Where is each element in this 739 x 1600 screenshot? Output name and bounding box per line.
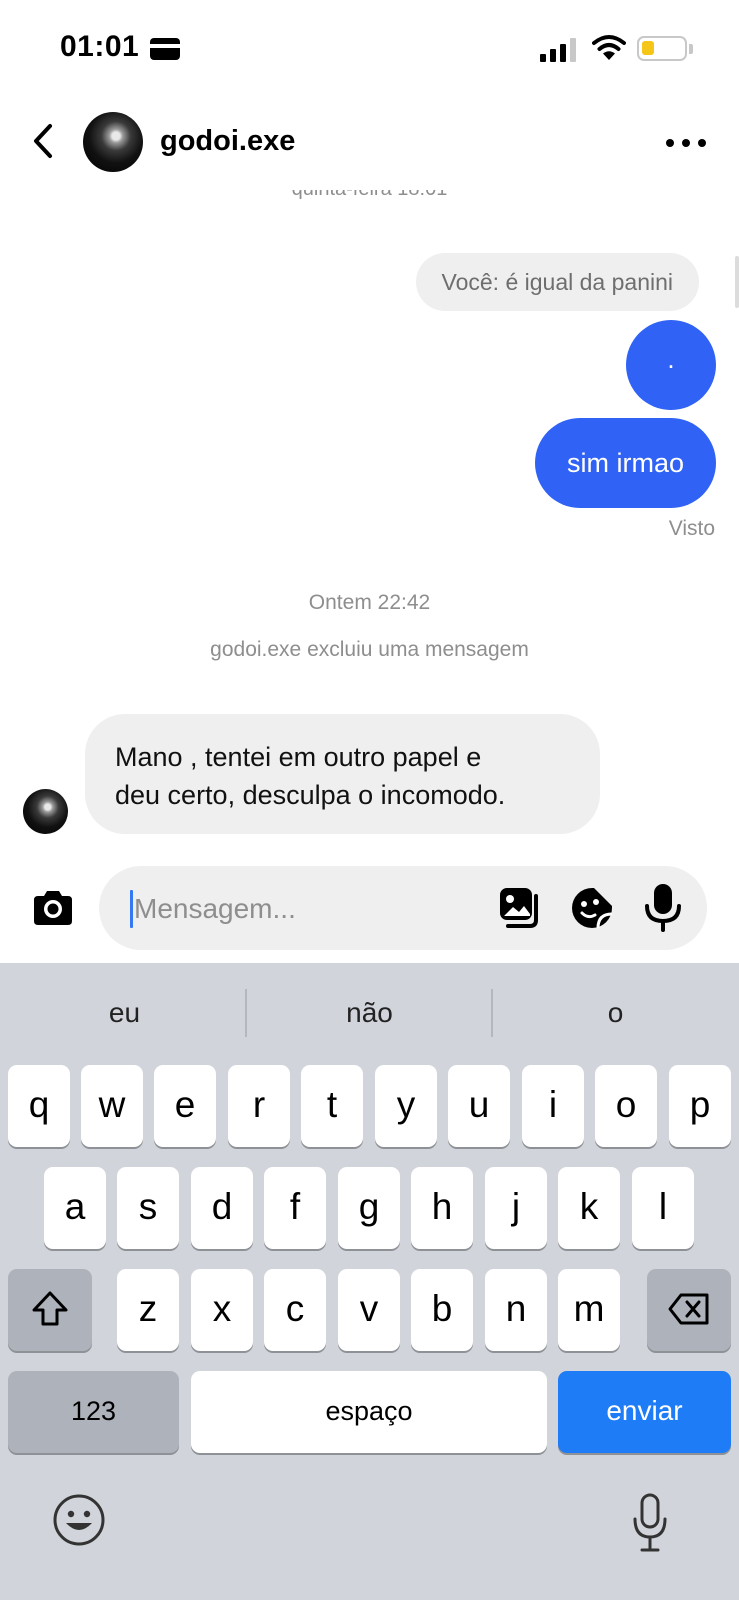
message-line: deu certo, desculpa o incomodo. — [115, 780, 506, 810]
key-h[interactable]: h — [411, 1167, 473, 1249]
key-p[interactable]: p — [669, 1065, 731, 1147]
key-b[interactable]: b — [411, 1269, 473, 1351]
message-line: Mano , tentei em outro papel e — [115, 742, 482, 772]
key-j[interactable]: j — [485, 1167, 547, 1249]
backspace-icon — [668, 1293, 709, 1325]
key-v[interactable]: v — [338, 1269, 400, 1351]
key-o[interactable]: o — [595, 1065, 657, 1147]
key-r[interactable]: r — [228, 1065, 290, 1147]
key-n[interactable]: n — [485, 1269, 547, 1351]
message-text: . — [667, 344, 675, 374]
chevron-left-icon[interactable] — [22, 118, 68, 164]
system-message: godoi.exe excluiu uma mensagem — [210, 638, 529, 661]
emoji-icon[interactable] — [52, 1493, 106, 1547]
numbers-key[interactable]: 123 — [8, 1371, 179, 1453]
seen-status: Visto — [668, 517, 715, 540]
contact-avatar[interactable] — [83, 112, 143, 172]
suggestion-item[interactable]: não — [247, 983, 492, 1043]
gallery-icon[interactable] — [496, 884, 544, 932]
reply-indicator-bar — [735, 256, 739, 308]
shift-key[interactable] — [8, 1269, 92, 1351]
message-bubble-outgoing[interactable]: sim irmao — [534, 418, 716, 508]
message-bubble-outgoing[interactable]: . — [626, 320, 716, 410]
status-time: 01:01 — [60, 30, 140, 63]
key-d[interactable]: d — [191, 1167, 253, 1249]
message-input[interactable] — [134, 888, 474, 930]
sender-avatar[interactable] — [23, 789, 68, 834]
backspace-key[interactable] — [647, 1269, 731, 1351]
key-x[interactable]: x — [191, 1269, 253, 1351]
key-y[interactable]: y — [375, 1065, 437, 1147]
status-bar: 01:01 — [0, 0, 739, 100]
message-bubble-incoming[interactable]: Mano , tentei em outro papel e deu certo… — [85, 714, 600, 834]
dictation-mic-icon[interactable] — [632, 1493, 668, 1553]
reply-preview[interactable]: Você: é igual da panini — [415, 253, 699, 311]
wifi-icon — [592, 35, 626, 60]
cellular-signal-icon — [540, 38, 576, 62]
message-timestamp: Ontem 22:42 — [308, 591, 431, 614]
camera-icon[interactable] — [30, 885, 76, 931]
key-u[interactable]: u — [448, 1065, 510, 1147]
suggestion-item[interactable]: o — [493, 983, 738, 1043]
chat-header: godoi.exe — [0, 100, 739, 190]
key-m[interactable]: m — [558, 1269, 620, 1351]
suggestion-item[interactable]: eu — [2, 983, 247, 1043]
text-caret — [130, 890, 133, 928]
key-c[interactable]: c — [264, 1269, 326, 1351]
suggestion-bar: eu não o — [0, 963, 739, 1063]
key-s[interactable]: s — [117, 1167, 179, 1249]
key-e[interactable]: e — [154, 1065, 216, 1147]
key-a[interactable]: a — [44, 1167, 106, 1249]
message-composer — [0, 860, 739, 960]
key-w[interactable]: w — [81, 1065, 143, 1147]
microphone-icon[interactable] — [640, 882, 686, 932]
key-k[interactable]: k — [558, 1167, 620, 1249]
contact-name[interactable]: godoi.exe — [160, 125, 295, 158]
space-key[interactable]: espaço — [191, 1371, 547, 1453]
key-l[interactable]: l — [632, 1167, 694, 1249]
key-f[interactable]: f — [264, 1167, 326, 1249]
more-horizontal-icon[interactable] — [664, 128, 708, 156]
key-q[interactable]: q — [8, 1065, 70, 1147]
key-g[interactable]: g — [338, 1167, 400, 1249]
battery-low-power-icon — [637, 36, 687, 61]
keyboard: eu não o q w e r t y u i o p a s d f g h… — [0, 963, 739, 1600]
key-i[interactable]: i — [522, 1065, 584, 1147]
send-key[interactable]: enviar — [558, 1371, 731, 1453]
shift-icon — [32, 1291, 68, 1326]
sticker-icon[interactable] — [568, 884, 616, 932]
key-z[interactable]: z — [117, 1269, 179, 1351]
wallet-card-icon — [150, 38, 180, 60]
battery-tip — [689, 44, 693, 54]
key-t[interactable]: t — [301, 1065, 363, 1147]
